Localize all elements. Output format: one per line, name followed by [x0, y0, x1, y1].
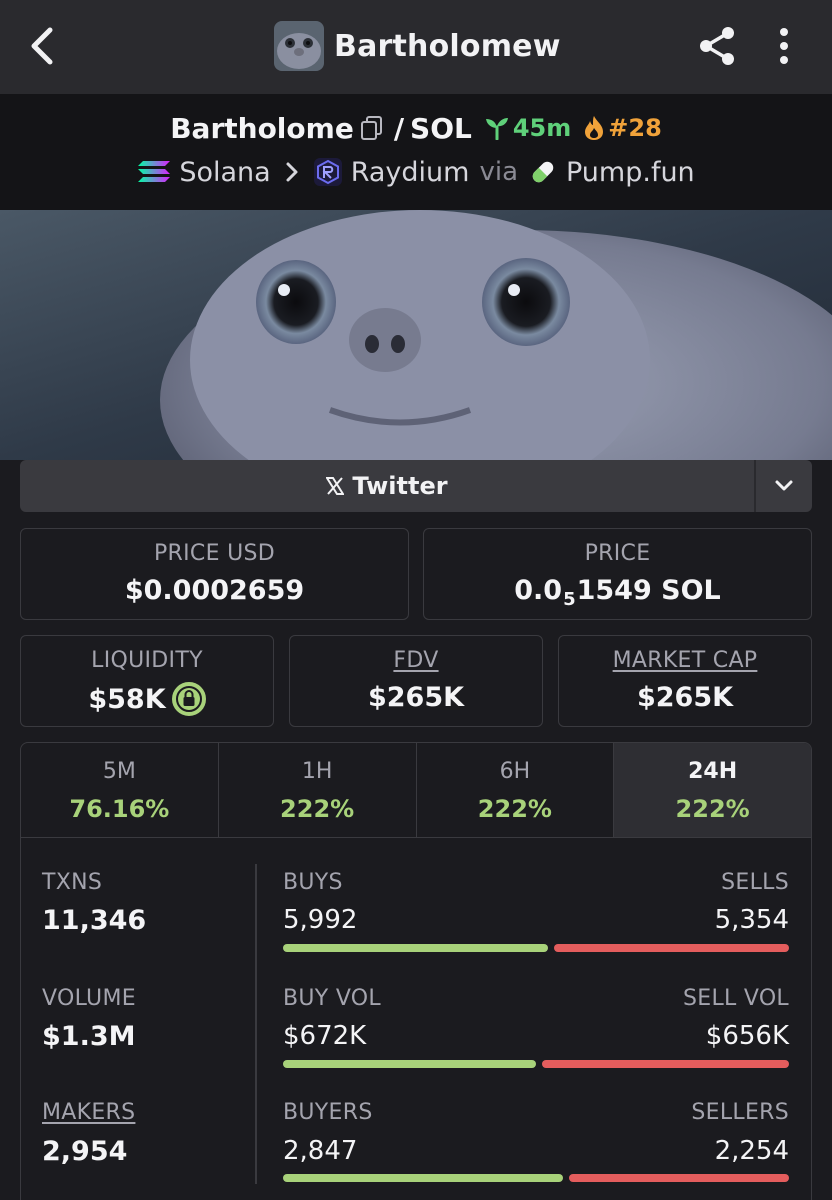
- buyers-bar: [283, 1174, 564, 1182]
- tab-6h[interactable]: 6H 222%: [417, 743, 615, 837]
- price-change: 222%: [477, 795, 552, 823]
- timeframe-tabs: 5M 76.16% 1H 222% 6H 222% 24H 222%: [20, 742, 812, 838]
- copy-icon[interactable]: [360, 115, 384, 141]
- tab-label: 24H: [688, 759, 738, 784]
- makers-value: 2,954: [42, 1136, 128, 1167]
- sell-vol-value: $656K: [705, 1021, 789, 1051]
- tab-5m[interactable]: 5M 76.16%: [21, 743, 219, 837]
- pair-separator: /: [393, 111, 405, 145]
- pair-age-text: 45m: [512, 114, 572, 142]
- buyers-value: 2,847: [283, 1136, 358, 1166]
- solana-icon: [138, 161, 171, 182]
- market-cap-card[interactable]: MARKET CAP $265K: [558, 635, 812, 727]
- app-header: Bartholomew: [0, 0, 832, 94]
- chevron-right-icon: [286, 162, 298, 182]
- pill-icon: [532, 161, 554, 183]
- social-links: Twitter: [20, 460, 812, 512]
- market-cap-value: $265K: [636, 682, 734, 713]
- launchpad-link[interactable]: Pump.fun: [566, 157, 695, 188]
- trending-rank-text: #28: [608, 114, 662, 142]
- sell-vol-label: SELL VOL: [682, 986, 789, 1011]
- price-usd-value: $0.0002659: [124, 575, 305, 606]
- sellers-bar: [569, 1174, 789, 1182]
- token-avatar: [274, 21, 324, 71]
- more-vertical-icon: [780, 28, 788, 64]
- fdv-card[interactable]: FDV $265K: [289, 635, 543, 727]
- pair-base-symbol: Bartholome: [170, 111, 354, 145]
- buys-label: BUYS: [283, 870, 343, 895]
- pair-title-row: Bartholome / SOL 45m #28: [0, 108, 832, 148]
- price-usd-label: PRICE USD: [153, 541, 275, 566]
- price-native-value: 0.051549 SOL: [514, 575, 721, 610]
- buyers-label: BUYERS: [283, 1100, 373, 1125]
- divider: [255, 864, 257, 1184]
- fdv-value: $265K: [367, 682, 465, 713]
- x-logo-icon: [326, 477, 345, 495]
- sprout-icon: [485, 118, 508, 140]
- more-button[interactable]: [770, 26, 798, 66]
- sells-bar: [554, 944, 789, 952]
- twitter-link-button[interactable]: Twitter: [20, 460, 754, 512]
- price-change: 76.16%: [69, 795, 170, 823]
- sells-label: SELLS: [721, 870, 789, 895]
- fdv-label: FDV: [393, 648, 439, 673]
- sellers-label: SELLERS: [691, 1100, 789, 1125]
- liquidity-label: LIQUIDITY: [91, 648, 203, 673]
- flame-icon: [585, 116, 604, 140]
- buy-vol-bar: [283, 1060, 537, 1068]
- back-button[interactable]: [24, 24, 64, 68]
- txns-label: TXNS: [42, 870, 103, 895]
- volume-label: VOLUME: [42, 986, 136, 1011]
- twitter-label: Twitter: [352, 472, 448, 500]
- trade-stats-panel: TXNS 11,346 VOLUME $1.3M MAKERS 2,954 BU…: [20, 838, 812, 1200]
- share-button[interactable]: [696, 24, 738, 68]
- token-banner-image: [0, 210, 832, 460]
- price-change: 222%: [280, 795, 355, 823]
- chevron-down-icon: [775, 480, 793, 491]
- chain-link[interactable]: Solana: [179, 157, 270, 188]
- lock-icon[interactable]: [171, 682, 206, 716]
- tab-label: 1H: [301, 759, 333, 784]
- market-cap-label: MARKET CAP: [612, 648, 758, 673]
- pair-header: Bartholome / SOL 45m #28 Solana Raydium …: [0, 94, 832, 210]
- liquidity-value: $58K: [21, 682, 273, 716]
- txns-value: 11,346: [42, 905, 147, 936]
- share-icon: [700, 27, 734, 65]
- token-title: Bartholomew: [274, 21, 561, 71]
- back-arrow-icon: [31, 27, 53, 65]
- price-native-label: PRICE: [584, 541, 651, 566]
- price-usd-card: PRICE USD $0.0002659: [20, 528, 409, 620]
- raydium-icon: [313, 158, 342, 186]
- price-change: 222%: [675, 795, 750, 823]
- pair-quote-symbol: SOL: [410, 111, 472, 145]
- dex-link[interactable]: Raydium: [351, 157, 470, 188]
- via-label: via: [479, 157, 518, 187]
- liquidity-card: LIQUIDITY $58K: [20, 635, 274, 727]
- buy-vol-label: BUY VOL: [283, 986, 381, 1011]
- buys-bar: [283, 944, 549, 952]
- price-native-card: PRICE 0.051549 SOL: [423, 528, 812, 620]
- sellers-value: 2,254: [714, 1136, 789, 1166]
- makers-label[interactable]: MAKERS: [42, 1100, 135, 1125]
- tab-label: 5M: [102, 759, 136, 784]
- buys-value: 5,992: [283, 905, 358, 935]
- tab-1h[interactable]: 1H 222%: [219, 743, 417, 837]
- buy-vol-value: $672K: [283, 1021, 367, 1051]
- sells-value: 5,354: [714, 905, 789, 935]
- tab-24h[interactable]: 24H 222%: [614, 743, 811, 837]
- volume-value: $1.3M: [42, 1021, 136, 1052]
- pair-breadcrumb: Solana Raydium via Pump.fun: [0, 152, 832, 192]
- trending-rank[interactable]: #28: [583, 114, 662, 142]
- links-expand-button[interactable]: [756, 460, 812, 512]
- pair-age: 45m: [484, 114, 571, 142]
- token-name: Bartholomew: [334, 28, 561, 64]
- tab-label: 6H: [499, 759, 531, 784]
- sell-vol-bar: [542, 1060, 789, 1068]
